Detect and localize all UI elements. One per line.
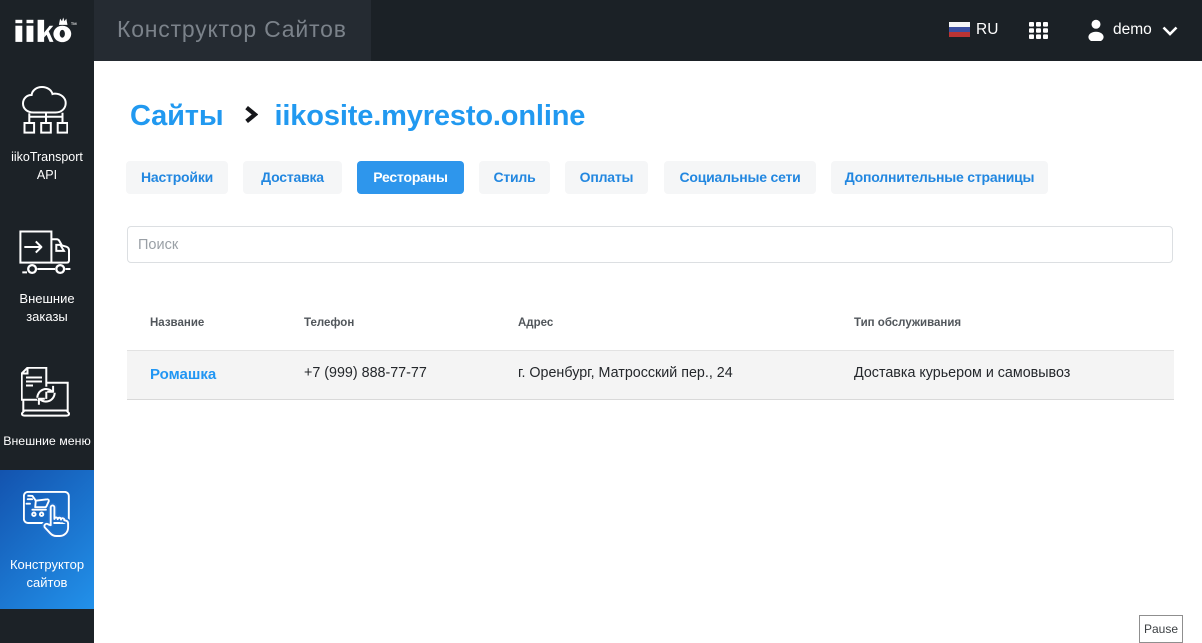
svg-text:™: ™ — [71, 22, 78, 29]
